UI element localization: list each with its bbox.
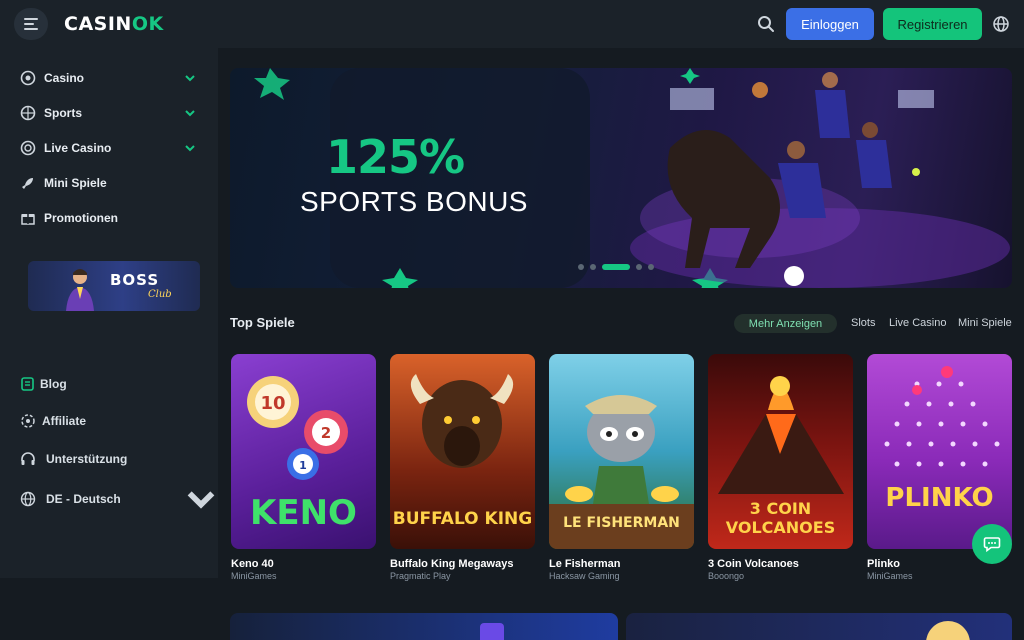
tab-live-casino[interactable]: Live Casino: [889, 317, 946, 329]
menu-toggle-button[interactable]: [14, 8, 48, 40]
game-art-title: BUFFALO KING: [392, 509, 533, 529]
sidebar-item-label: Live Casino: [44, 141, 112, 155]
blog-icon: [21, 377, 34, 391]
promo-card-art: [926, 621, 970, 640]
sidebar-item-label: Promotionen: [44, 211, 118, 225]
svg-text:1: 1: [299, 459, 307, 472]
promo-card-art: [480, 623, 504, 640]
affiliate-icon: [21, 414, 35, 428]
carousel-dots[interactable]: [578, 264, 654, 270]
game-title[interactable]: Le Fisherman: [549, 558, 621, 570]
carousel-dot[interactable]: [648, 264, 654, 270]
sidebar-item-label: Affiliate: [42, 414, 87, 428]
gift-icon: [21, 214, 35, 225]
svg-text:2: 2: [321, 424, 331, 442]
sidebar-bottom-strip: [0, 578, 218, 640]
language-globe-icon[interactable]: [992, 15, 1010, 33]
boss-club-subtitle: Club: [148, 289, 172, 300]
hamburger-icon: [24, 18, 38, 30]
boss-club-title: BOSS: [110, 271, 160, 289]
game-title[interactable]: Buffalo King Megaways: [390, 558, 513, 570]
login-button[interactable]: Einloggen: [786, 8, 874, 40]
sidebar-item-promotionen[interactable]: Promotionen: [0, 203, 218, 233]
game-provider: Hacksaw Gaming: [549, 571, 620, 581]
carousel-dot-active[interactable]: [602, 264, 630, 270]
chevron-down-icon[interactable]: [184, 107, 196, 119]
game-art-title: 3 COIN VOLCANOES: [725, 499, 836, 537]
sidebar-item-support[interactable]: Unterstützung: [0, 446, 218, 472]
live-chip-icon: [20, 140, 36, 156]
sidebar: Casino Sports Live Casino Mini Spiele Pr…: [0, 48, 218, 578]
live-chat-button[interactable]: [972, 524, 1012, 564]
tab-mini-spiele[interactable]: Mini Spiele: [958, 317, 1012, 329]
game-card-plinko[interactable]: PLINKO: [867, 354, 1012, 549]
globe-icon: [20, 491, 36, 507]
game-provider: Pragmatic Play: [390, 571, 451, 581]
carousel-dot[interactable]: [636, 264, 642, 270]
game-title[interactable]: Plinko: [867, 558, 900, 570]
carousel-dot[interactable]: [590, 264, 596, 270]
boss-character-illustration: [66, 269, 94, 311]
game-title[interactable]: 3 Coin Volcanoes: [708, 558, 799, 570]
game-title[interactable]: Keno 40: [231, 558, 274, 570]
sidebar-item-label: Sports: [44, 106, 83, 120]
game-provider: MiniGames: [867, 571, 913, 581]
search-icon[interactable]: [757, 15, 775, 33]
casinook-logo[interactable]: CASINOK: [64, 13, 164, 35]
sidebar-item-affiliate[interactable]: Affiliate: [0, 408, 218, 434]
chevron-down-icon[interactable]: [184, 72, 196, 84]
game-card-le-fisherman[interactable]: LE FISHERMAN: [549, 354, 694, 549]
chat-bubble-icon: [983, 537, 1001, 553]
game-provider: Booongo: [708, 571, 745, 581]
language-label: DE - Deutsch: [46, 492, 121, 506]
sidebar-item-label: Mini Spiele: [44, 176, 107, 190]
section-title: Top Spiele: [230, 315, 295, 330]
banner-subline: SPORTS BONUS: [300, 186, 528, 217]
show-more-button[interactable]: Mehr Anzeigen: [734, 314, 837, 333]
casino-chip-icon: [20, 70, 36, 86]
carousel-dot[interactable]: [578, 264, 584, 270]
chevron-down-icon[interactable]: [184, 482, 218, 516]
boss-club-promo-banner[interactable]: BOSS Club: [28, 261, 200, 311]
sidebar-item-label: Casino: [44, 71, 85, 85]
language-selector[interactable]: DE - Deutsch: [0, 486, 218, 512]
headset-icon: [21, 452, 35, 465]
rocket-icon: [22, 178, 33, 189]
sidebar-item-sports[interactable]: Sports: [0, 98, 218, 128]
promo-card[interactable]: [626, 613, 1012, 640]
game-card-keno[interactable]: 10 2 1 KENO: [231, 354, 376, 549]
sidebar-item-casino[interactable]: Casino: [0, 63, 218, 93]
tab-slots[interactable]: Slots: [851, 317, 875, 329]
top-header: CASINOK Einloggen Registrieren: [0, 0, 1024, 48]
svg-text:10: 10: [260, 393, 285, 414]
game-card-buffalo-king[interactable]: BUFFALO KING: [390, 354, 535, 549]
basketball-icon: [20, 105, 36, 121]
hero-banner[interactable]: 125% SPORTS BONUS: [230, 68, 1012, 288]
banner-headline: 125%: [326, 130, 465, 184]
sidebar-item-label: Unterstützung: [46, 452, 128, 466]
sidebar-item-live-casino[interactable]: Live Casino: [0, 133, 218, 163]
sidebar-item-label: Blog: [40, 377, 67, 391]
game-provider: MiniGames: [231, 571, 277, 581]
sidebar-item-mini-spiele[interactable]: Mini Spiele: [0, 168, 218, 198]
promo-card[interactable]: [230, 613, 618, 640]
register-button[interactable]: Registrieren: [883, 8, 982, 40]
game-card-3-coin-volcanoes[interactable]: 3 COIN VOLCANOES: [708, 354, 853, 549]
sidebar-item-blog[interactable]: Blog: [0, 371, 218, 397]
game-art-title: LE FISHERMAN: [563, 515, 680, 531]
chevron-down-icon[interactable]: [184, 142, 196, 154]
game-art-title: PLINKO: [885, 483, 994, 513]
game-art-title: KENO: [250, 493, 357, 533]
plinko-artwork: [884, 366, 1000, 467]
